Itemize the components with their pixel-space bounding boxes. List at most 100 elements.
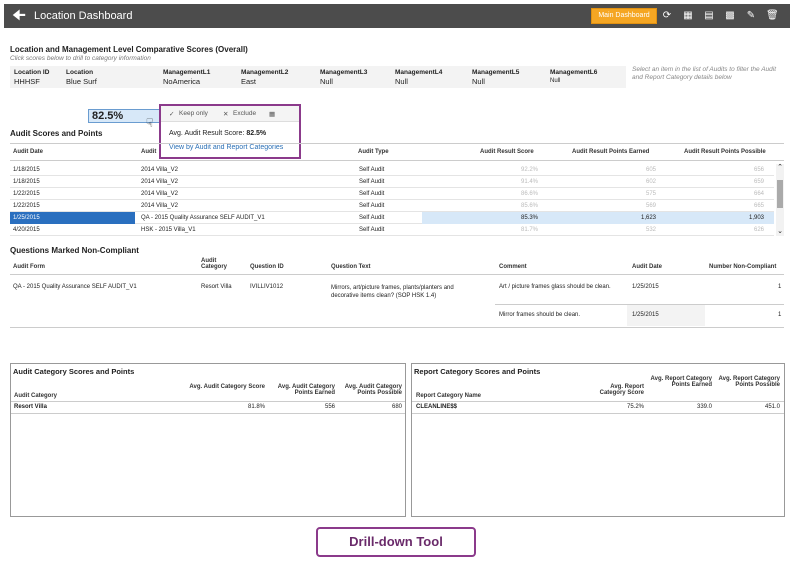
- row-score: 85.3%: [520, 215, 538, 221]
- row-audit: QA - 2015 Quality Assurance SELF AUDIT_V…: [141, 215, 265, 221]
- col-management-l1: ManagementL1: [163, 69, 211, 76]
- row-date: 1/22/2015: [13, 203, 40, 209]
- value-location-id: HHHSF: [14, 77, 40, 86]
- avg-score-label: Avg. Audit Result Score:: [169, 130, 245, 137]
- row-possible: 626: [753, 227, 764, 233]
- calendar-icon[interactable]: ▦: [682, 9, 694, 23]
- row-date: 1/25/2015: [13, 215, 40, 221]
- table-row[interactable]: 1/18/2015 2014 Villa_V2 Self Audit 91.4%…: [10, 176, 774, 188]
- comparative-subtitle: Click scores below to drill to category …: [10, 55, 151, 62]
- col-audit: Audit: [141, 149, 157, 155]
- edit-icon[interactable]: ✎: [745, 9, 757, 23]
- report-category-row-score: 75.2%: [626, 404, 644, 410]
- row-date: 4/20/2015: [13, 227, 40, 233]
- value-location: Blue Surf: [66, 77, 97, 86]
- row-audit: 2014 Villa_V2: [141, 167, 178, 173]
- value-management-l5: Null: [472, 77, 485, 86]
- col-avg-report-possible: Avg. Report Category Points Possible: [718, 376, 780, 388]
- col-points-earned: Audit Result Points Earned: [572, 149, 650, 155]
- report-category-panel: Report Category Scores and Points Report…: [411, 363, 785, 517]
- row-score: 91.4%: [520, 179, 538, 185]
- report-category-row-name: CLEANLINE$$: [416, 404, 458, 410]
- row-score: 81.7%: [520, 227, 538, 233]
- col-management-l2: ManagementL2: [241, 69, 289, 76]
- scroll-up-icon[interactable]: ⌃: [776, 164, 784, 172]
- filter-hint: Select an item in the list of Audits to …: [632, 66, 777, 81]
- col-audit-date-nc: Audit Date: [632, 264, 662, 270]
- row-possible: 1,903: [748, 215, 764, 221]
- col-management-l5: ManagementL5: [472, 69, 520, 76]
- divider: [10, 160, 784, 161]
- trash-icon[interactable]: 🗑: [766, 9, 779, 23]
- tooltip-toolbar: ✓ Keep only ✕ Exclude ▦: [161, 106, 299, 122]
- col-audit-type: Audit Type: [358, 149, 389, 155]
- audit-table-scrollbar[interactable]: ⌃ ⌄: [776, 164, 784, 236]
- value-management-l6: Null: [550, 78, 561, 84]
- divider: [10, 143, 784, 144]
- table-row[interactable]: 1/22/2015 2014 Villa_V2 Self Audit 85.6%…: [10, 200, 774, 212]
- view-categories-link[interactable]: View by Audit and Report Categories: [169, 144, 283, 151]
- col-report-category-name: Report Category Name: [416, 393, 482, 399]
- col-comment: Comment: [499, 264, 527, 270]
- export-icon[interactable]: ▩: [724, 9, 736, 23]
- scroll-down-icon[interactable]: ⌄: [776, 228, 784, 236]
- row-possible: 656: [753, 167, 764, 173]
- table-row[interactable]: 1/22/2015 2014 Villa_V2 Self Audit 86.6%…: [10, 188, 774, 200]
- row-earned: 532: [645, 227, 656, 233]
- divider: [10, 274, 784, 275]
- row-earned: 605: [645, 167, 656, 173]
- keep-only-button[interactable]: Keep only: [179, 110, 208, 117]
- table-row[interactable]: 1/18/2015 2014 Villa_V2 Self Audit 92.2%…: [10, 164, 774, 176]
- col-avg-report-earned: Avg. Report Category Points Earned: [650, 376, 712, 388]
- hand-cursor-icon: ☟: [146, 116, 154, 130]
- row-audit: 2014 Villa_V2: [141, 191, 178, 197]
- col-avg-category-earned: Avg. Audit Category Points Earned: [277, 384, 335, 396]
- main-dashboard-button[interactable]: Main Dashboard: [591, 8, 657, 24]
- col-question-text: Question Text: [331, 264, 371, 270]
- report-category-row-possible: 451.0: [764, 404, 780, 410]
- col-audit-category-name: Audit Category: [14, 393, 58, 399]
- document-icon[interactable]: ▤: [703, 9, 715, 23]
- nc-count: 1: [778, 312, 782, 318]
- col-location-id: Location ID: [14, 69, 50, 76]
- back-arrow-icon[interactable]: 🠈: [12, 8, 26, 24]
- value-management-l4: Null: [395, 77, 408, 86]
- drill-down-callout: Drill-down Tool: [316, 527, 476, 557]
- score-highlight: [422, 212, 774, 224]
- value-management-l1: NoAmerica: [163, 77, 201, 86]
- row-type: Self Audit: [359, 215, 385, 221]
- page-title: Location Dashboard: [34, 10, 133, 22]
- row-audit: HSK - 2015 Villa_V1: [141, 227, 196, 233]
- row-possible: 665: [753, 203, 764, 209]
- divider: [11, 401, 405, 402]
- row-earned: 575: [645, 191, 656, 197]
- report-category-title: Report Category Scores and Points: [414, 367, 541, 376]
- col-management-l4: ManagementL4: [395, 69, 443, 76]
- avg-score-value: 82.5%: [246, 130, 267, 137]
- audit-category-panel: Audit Category Scores and Points Audit C…: [10, 363, 406, 517]
- divider: [412, 401, 784, 402]
- row-score: 92.2%: [520, 167, 538, 173]
- row-possible: 659: [753, 179, 764, 185]
- row-audit: 2014 Villa_V2: [141, 179, 178, 185]
- audit-category-title: Audit Category Scores and Points: [13, 367, 135, 376]
- nc-category: Resort Villa: [201, 284, 232, 290]
- col-location: Location: [66, 69, 94, 76]
- grid-icon[interactable]: ▦: [269, 110, 275, 118]
- exclude-button[interactable]: Exclude: [233, 110, 256, 117]
- scroll-thumb[interactable]: [777, 180, 783, 208]
- col-audit-form: Audit Form: [13, 264, 45, 270]
- drill-down-tooltip: ✓ Keep only ✕ Exclude ▦ Avg. Audit Resul…: [159, 104, 301, 159]
- table-row[interactable]: 4/20/2015 HSK - 2015 Villa_V1 Self Audit…: [10, 224, 774, 236]
- table-row-selected[interactable]: 1/25/2015 QA - 2015 Quality Assurance SE…: [10, 212, 774, 224]
- row-score: 85.6%: [520, 203, 538, 209]
- refresh-icon[interactable]: ⟳: [661, 9, 673, 23]
- nc-question-id: IVILLIV1012: [250, 284, 284, 290]
- audit-category-row-score: 81.8%: [247, 404, 265, 410]
- row-type: Self Audit: [359, 203, 385, 209]
- nc-comment: Mirror frames should be clean.: [499, 312, 581, 318]
- row-earned: 1,623: [640, 215, 656, 221]
- noncompliant-title: Questions Marked Non-Compliant: [10, 246, 139, 255]
- col-management-l3: ManagementL3: [320, 69, 368, 76]
- comparative-title: Location and Management Level Comparativ…: [10, 45, 248, 54]
